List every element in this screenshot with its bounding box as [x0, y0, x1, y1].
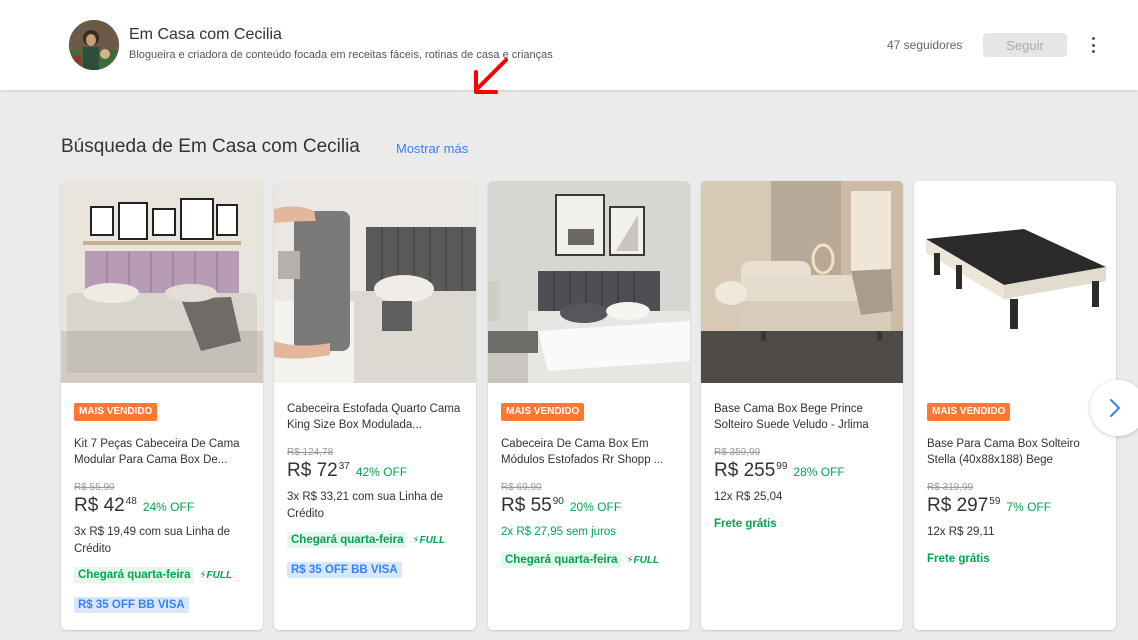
chevron-right-icon	[1110, 399, 1120, 417]
delivery-date-tag: Chegará quarta-feira	[501, 552, 622, 568]
more-vert-icon[interactable]	[1086, 34, 1100, 56]
product-title[interactable]: Cabeceira Estofada Quarto Cama King Size…	[287, 401, 465, 433]
price-cents: 99	[776, 461, 788, 472]
price: R$ 255	[714, 460, 776, 481]
product-image[interactable]	[914, 181, 1116, 383]
follow-button[interactable]: Seguir	[983, 33, 1067, 57]
product-card[interactable]: Cabeceira Estofada Quarto Cama King Size…	[274, 181, 476, 630]
product-image[interactable]	[274, 181, 476, 383]
product-title[interactable]: Kit 7 Peças Cabeceira De Cama Modular Pa…	[74, 436, 252, 468]
promo-tag: R$ 35 OFF BB VISA	[74, 597, 189, 613]
lightning-icon: ⚡ FULL	[626, 554, 660, 566]
product-card[interactable]: MAIS VENDIDO Base Para Cama Box Solteiro…	[914, 181, 1116, 630]
old-price: R$ 124,78	[287, 447, 334, 458]
product-image[interactable]	[61, 181, 263, 383]
full-label: FULL	[206, 569, 233, 581]
price: R$ 297	[927, 495, 989, 516]
price: R$ 55	[501, 495, 552, 516]
annotation-arrow-icon	[474, 58, 508, 94]
price: R$ 42	[74, 495, 125, 516]
discount: 7% OFF	[1006, 500, 1052, 514]
shipping-row: Chegará quarta-feira ⚡ FULL	[287, 532, 445, 548]
best-seller-badge: MAIS VENDIDO	[501, 403, 585, 421]
store-profile-header: Em Casa com Cecilia Blogueira e criadora…	[0, 0, 1138, 90]
free-shipping: Frete grátis	[927, 553, 990, 565]
price-cents: 59	[989, 496, 1001, 507]
price-cents: 90	[552, 496, 564, 507]
product-card[interactable]: MAIS VENDIDO Cabeceira De Cama Box Em Mó…	[488, 181, 690, 630]
old-price: R$ 69,90	[501, 482, 542, 493]
section-title: Búsqueda de Em Casa com Cecilia	[61, 136, 360, 157]
delivery-date-tag: Chegará quarta-feira	[74, 567, 195, 583]
discount: 20% OFF	[569, 500, 622, 514]
product-card[interactable]: Base Cama Box Bege Prince Solteiro Suede…	[701, 181, 903, 630]
price-row: R$ 72 37 42% OFF	[287, 460, 407, 482]
discount: 24% OFF	[142, 500, 195, 514]
product-image[interactable]	[701, 181, 903, 383]
price-row: R$ 297 59 7% OFF	[927, 495, 1051, 517]
delivery-date-tag: Chegará quarta-feira	[287, 532, 408, 548]
installments: 3x R$ 33,21 com sua Linha de Crédito	[287, 491, 443, 520]
best-seller-badge: MAIS VENDIDO	[74, 403, 158, 421]
full-label: FULL	[633, 554, 660, 566]
installments: 2x R$ 27,95 sem juros	[501, 526, 617, 538]
product-title[interactable]: Base Cama Box Bege Prince Solteiro Suede…	[714, 401, 892, 433]
discount: 42% OFF	[355, 465, 408, 479]
free-shipping: Frete grátis	[714, 518, 777, 530]
product-title[interactable]: Base Para Cama Box Solteiro Stella (40x8…	[927, 436, 1105, 468]
product-card[interactable]: MAIS VENDIDO Kit 7 Peças Cabeceira De Ca…	[61, 181, 263, 630]
old-price: R$ 319,99	[927, 482, 974, 493]
lightning-icon: ⚡ FULL	[412, 534, 446, 546]
promo-tag: R$ 35 OFF BB VISA	[287, 562, 402, 578]
price-row: R$ 55 90 20% OFF	[501, 495, 621, 517]
shipping-row: Chegará quarta-feira ⚡ FULL	[501, 552, 659, 568]
price-row: R$ 255 99 28% OFF	[714, 460, 845, 482]
old-price: R$ 55,90	[74, 482, 115, 493]
price: R$ 72	[287, 460, 338, 481]
installments: 3x R$ 19,49 com sua Linha de Crédito	[74, 526, 230, 555]
product-image[interactable]	[488, 181, 690, 383]
show-more-link[interactable]: Mostrar más	[396, 141, 468, 156]
lightning-icon: ⚡ FULL	[199, 569, 233, 581]
price-cents: 37	[338, 461, 350, 472]
price-cents: 48	[125, 496, 137, 507]
shipping-row: Chegará quarta-feira ⚡ FULL	[74, 567, 232, 583]
store-avatar[interactable]	[69, 20, 119, 70]
discount: 28% OFF	[793, 465, 845, 479]
installments: 12x R$ 29,11	[927, 526, 995, 538]
carousel-next-button[interactable]	[1090, 380, 1138, 436]
full-label: FULL	[419, 534, 446, 546]
installments: 12x R$ 25,04	[714, 491, 783, 503]
best-seller-badge: MAIS VENDIDO	[927, 403, 1011, 421]
price-row: R$ 42 48 24% OFF	[74, 495, 194, 517]
followers-count: 47 seguidores	[887, 38, 963, 52]
store-name[interactable]: Em Casa com Cecilia	[129, 26, 282, 44]
product-title[interactable]: Cabeceira De Cama Box Em Módulos Estofad…	[501, 436, 679, 468]
old-price: R$ 359,99	[714, 447, 761, 458]
